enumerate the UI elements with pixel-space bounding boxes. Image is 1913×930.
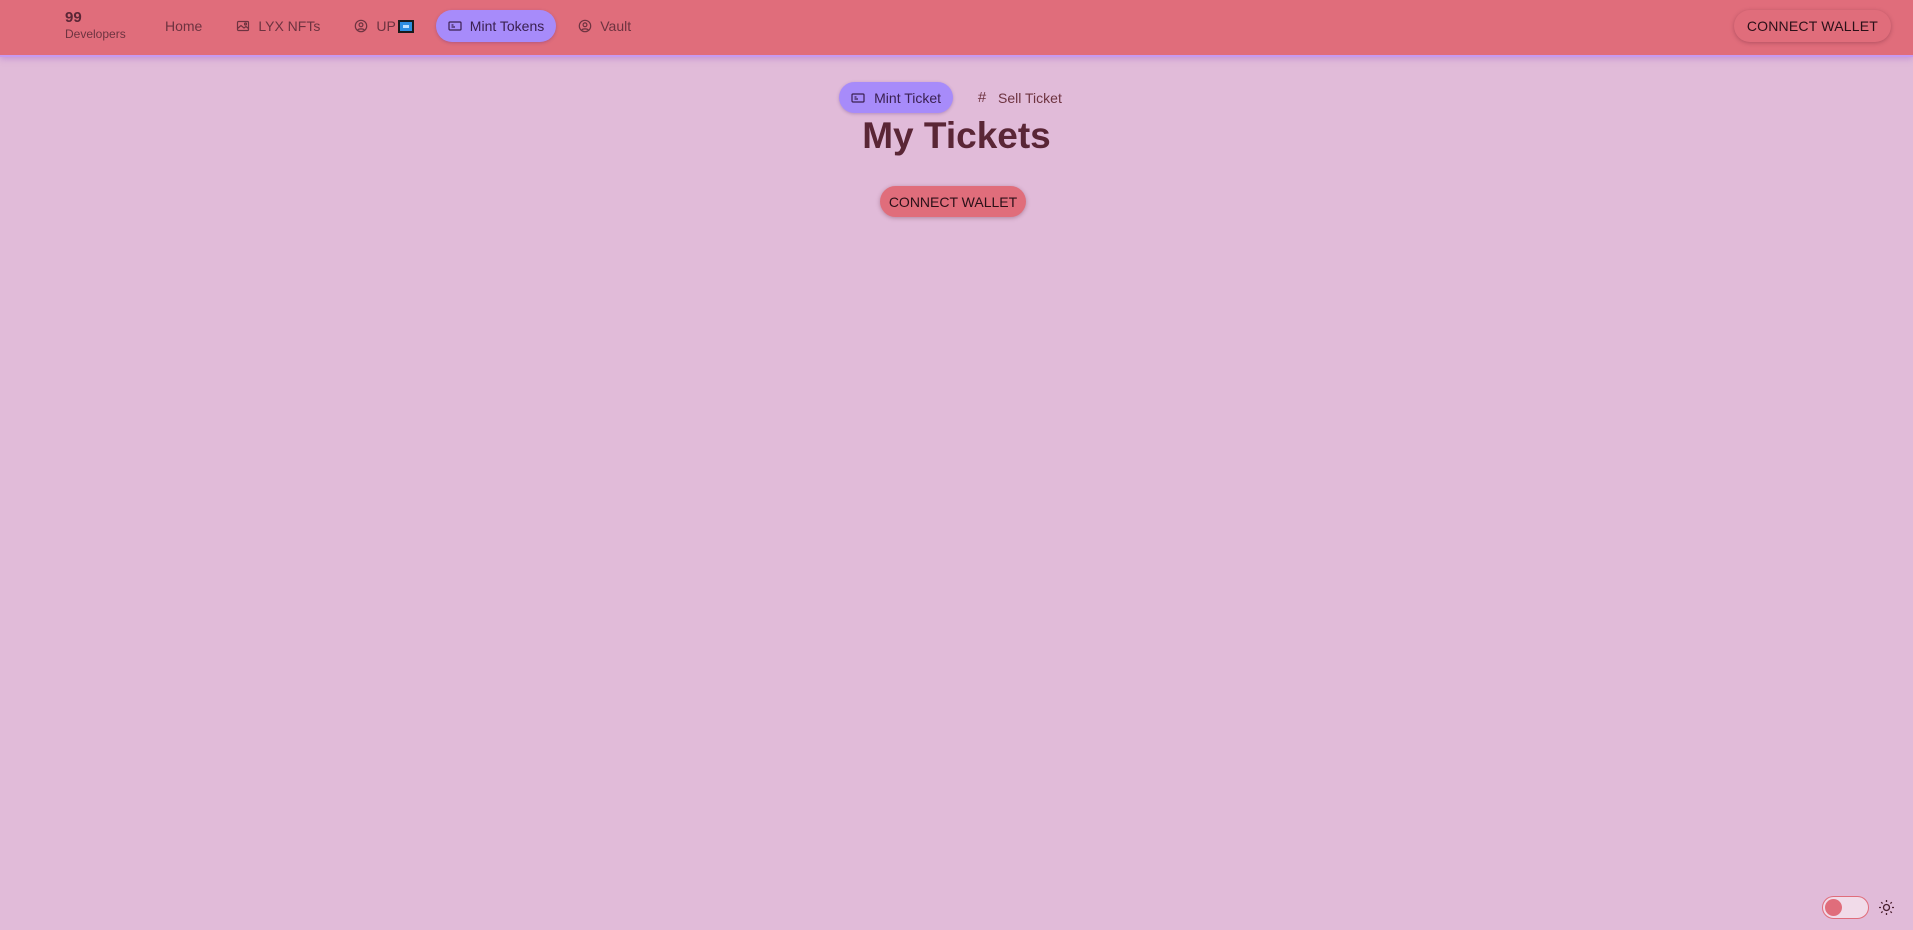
connect-wallet-button-header[interactable]: CONNECT WALLET [1733,10,1891,42]
nav-item-label: Mint Tokens [469,18,545,34]
nav-item-lyx-nfts[interactable]: LYX NFTs [224,10,332,42]
top-navbar: 99 Developers Home LYX NFTs UP Mint Toke… [0,0,1913,57]
nav-item-label: Home [165,18,203,34]
ticket-tabs: Mint Ticket # Sell Ticket [0,82,1913,113]
nav-item-mint-tokens[interactable]: Mint Tokens [435,10,557,42]
user-circle-icon [354,19,368,33]
hash-icon: # [977,89,987,106]
up-badge-icon [397,19,414,33]
brand-subtitle: Developers [65,27,126,41]
image-icon [236,19,250,33]
nav-item-home[interactable]: Home [153,10,214,42]
page-title: My Tickets [862,115,1051,156]
ticket-icon [851,91,865,105]
main-nav: Home LYX NFTs UP Mint Tokens Vault [153,10,653,42]
tab-label: Mint Ticket [874,89,942,106]
nav-item-vault[interactable]: Vault [566,10,643,42]
ticket-icon [448,19,462,33]
nav-item-label: UP [376,18,396,34]
theme-toggle[interactable] [1822,896,1869,919]
nav-item-label: Vault [600,18,632,34]
brand-logo[interactable]: 99 Developers [65,9,126,41]
connect-wallet-button[interactable]: CONNECT WALLET [880,186,1026,217]
sun-icon [1878,899,1895,916]
nav-item-up[interactable]: UP [342,10,425,42]
tab-mint-ticket[interactable]: Mint Ticket [839,82,954,113]
user-circle-icon [578,19,592,33]
tab-label: Sell Ticket [998,89,1062,106]
brand-number: 99 [65,9,82,26]
nav-item-label: LYX NFTs [258,18,321,34]
tab-sell-ticket[interactable]: # Sell Ticket [963,82,1074,113]
theme-toggle-knob [1825,899,1842,916]
